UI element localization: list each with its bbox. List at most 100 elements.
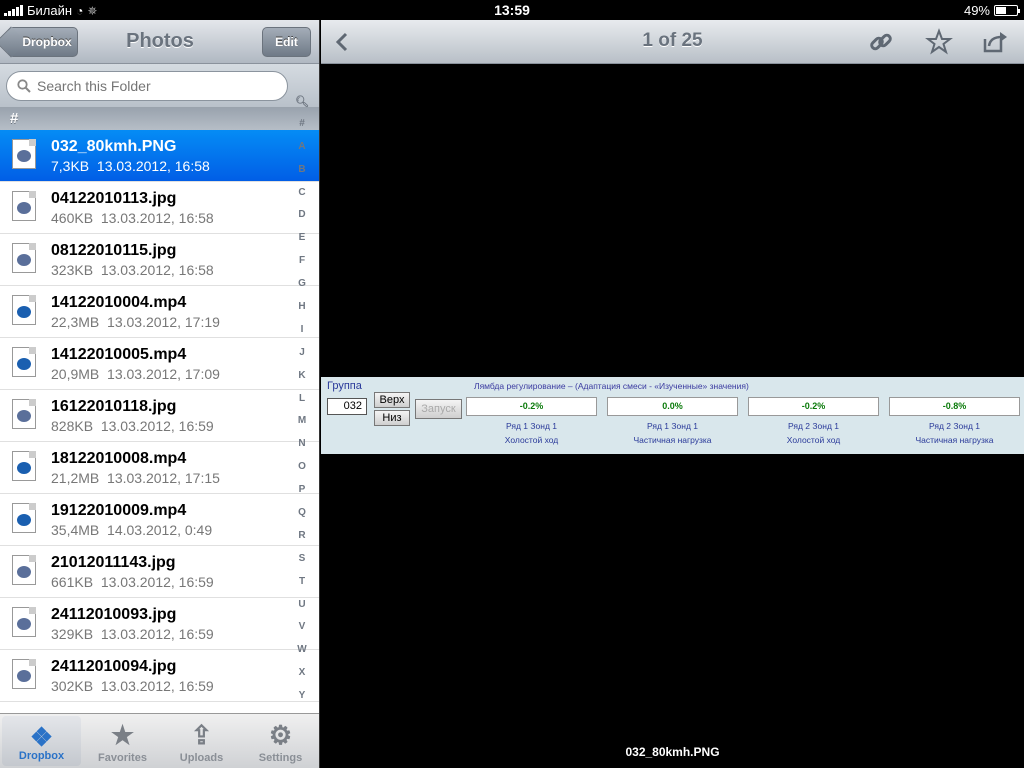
- index-letter[interactable]: T: [293, 576, 311, 599]
- gear-icon: ⚙: [268, 720, 293, 750]
- back-button[interactable]: Dropbox: [8, 27, 78, 57]
- left-navigation-bar: Dropbox Photos Edit: [0, 20, 319, 64]
- viewer-navigation-bar: 1 of 25: [321, 20, 1024, 64]
- index-letter[interactable]: L: [293, 393, 311, 416]
- file-date: 13.03.2012, 16:58: [100, 210, 214, 226]
- file-row[interactable]: 14122010005.mp4 20,9MB 13.03.2012, 17:09: [0, 338, 319, 390]
- index-letter[interactable]: R: [293, 530, 311, 553]
- star-icon[interactable]: [925, 28, 953, 56]
- file-row[interactable]: 18122010008.mp4 21,2MB 13.03.2012, 17:15: [0, 442, 319, 494]
- video-file-icon: [12, 347, 36, 377]
- file-meta: 329KB 13.03.2012, 16:59: [51, 626, 214, 642]
- image-value-sublabel: Холостой ход: [786, 435, 841, 445]
- index-letter[interactable]: Q: [293, 507, 311, 530]
- image-value-label: Ряд 2 Зонд 1: [928, 421, 980, 431]
- index-letter[interactable]: U: [293, 599, 311, 622]
- file-date: 13.03.2012, 16:58: [100, 262, 214, 278]
- index-letter[interactable]: K: [293, 370, 311, 393]
- index-letter[interactable]: J: [293, 347, 311, 370]
- file-date: 13.03.2012, 17:15: [107, 470, 220, 486]
- index-letter[interactable]: O: [293, 461, 311, 484]
- index-letter[interactable]: F: [293, 255, 311, 278]
- section-header: #: [0, 108, 319, 130]
- tab-bar: ❖ Dropbox ★ Favorites ⇪ Uploads ⚙ Settings: [0, 713, 319, 768]
- image-start-button: Запуск: [415, 399, 462, 419]
- tab-uploads[interactable]: ⇪ Uploads: [162, 714, 241, 768]
- file-size: 329KB: [51, 626, 94, 642]
- file-size: 828KB: [51, 418, 94, 434]
- file-name: 14122010004.mp4: [51, 294, 187, 311]
- file-name: 14122010005.mp4: [51, 346, 187, 363]
- search-icon: [17, 79, 31, 93]
- index-letter[interactable]: X: [293, 667, 311, 690]
- file-date: 13.03.2012, 16:59: [100, 418, 214, 434]
- tab-dropbox[interactable]: ❖ Dropbox: [2, 716, 81, 766]
- file-row[interactable]: 24112010094.jpg 302KB 13.03.2012, 16:59: [0, 650, 319, 702]
- image-file-icon: [12, 659, 36, 689]
- index-letter[interactable]: I: [293, 324, 311, 347]
- chevron-left-icon[interactable]: [329, 28, 357, 56]
- file-row[interactable]: 04122010113.jpg 460KB 13.03.2012, 16:58: [0, 182, 319, 234]
- tab-label: Uploads: [179, 752, 224, 764]
- file-meta: 828KB 13.03.2012, 16:59: [51, 418, 214, 434]
- index-letter[interactable]: C: [293, 187, 311, 210]
- index-letter[interactable]: G: [293, 278, 311, 301]
- image-value-box: -0.2%: [748, 397, 879, 416]
- index-letter[interactable]: E: [293, 232, 311, 255]
- image-file-icon: [12, 191, 36, 221]
- edit-button[interactable]: Edit: [262, 27, 311, 57]
- share-icon[interactable]: [981, 28, 1009, 56]
- search-field[interactable]: [6, 71, 288, 101]
- file-size: 460KB: [51, 210, 94, 226]
- image-file-icon: [12, 399, 36, 429]
- index-letter[interactable]: H: [293, 301, 311, 324]
- file-row[interactable]: 24112010093.jpg 329KB 13.03.2012, 16:59: [0, 598, 319, 650]
- file-row[interactable]: 14122010004.mp4 22,3MB 13.03.2012, 17:19: [0, 286, 319, 338]
- file-meta: 22,3MB 13.03.2012, 17:19: [51, 314, 220, 330]
- link-icon[interactable]: [867, 28, 895, 56]
- clock: 13:59: [494, 2, 530, 18]
- index-letter[interactable]: B: [293, 164, 311, 187]
- index-letter[interactable]: W: [293, 644, 311, 667]
- file-name: 16122010118.jpg: [51, 398, 177, 415]
- battery-icon: [994, 5, 1020, 16]
- index-letter[interactable]: D: [293, 209, 311, 232]
- file-name: 04122010113.jpg: [51, 190, 177, 207]
- image-value-sublabel: Частичная нагрузка: [915, 435, 994, 445]
- index-letter[interactable]: P: [293, 484, 311, 507]
- file-name: 19122010009.mp4: [51, 502, 187, 519]
- tab-favorites[interactable]: ★ Favorites: [83, 714, 162, 768]
- file-row[interactable]: 19122010009.mp4 35,4MB 14.03.2012, 0:49: [0, 494, 319, 546]
- file-row[interactable]: 032_80kmh.PNG 7,3KB 13.03.2012, 16:58: [0, 130, 319, 182]
- file-date: 13.03.2012, 17:19: [107, 314, 220, 330]
- index-letter[interactable]: V: [293, 621, 311, 644]
- index-letter[interactable]: Y: [293, 690, 311, 713]
- file-meta: 20,9MB 13.03.2012, 17:09: [51, 366, 220, 382]
- file-row[interactable]: 08122010115.jpg 323KB 13.03.2012, 16:58: [0, 234, 319, 286]
- file-row[interactable]: 21012011143.jpg 661KB 13.03.2012, 16:59: [0, 546, 319, 598]
- index-search-icon[interactable]: 🔍︎: [293, 95, 311, 118]
- file-size: 20,9MB: [51, 366, 100, 382]
- image-value-box: 0.0%: [607, 397, 738, 416]
- image-value-box: -0.8%: [889, 397, 1020, 416]
- photo-caption: 032_80kmh.PNG: [625, 745, 720, 759]
- image-value-box: -0.2%: [466, 397, 597, 416]
- section-index[interactable]: 🔍︎ #ABCDEFGHIJKLMNOPQRSTUVWXYZ: [293, 95, 311, 736]
- dropbox-icon: ❖: [29, 722, 54, 752]
- battery-percent: 49%: [963, 3, 990, 18]
- index-letter[interactable]: A: [293, 141, 311, 164]
- image-value-label: Ряд 1 Зонд 1: [505, 421, 557, 431]
- photo-image: Группа 032 Верх Низ Запуск Лямбда регули…: [321, 377, 1024, 454]
- index-letter[interactable]: S: [293, 553, 311, 576]
- file-row[interactable]: 16122010118.jpg 828KB 13.03.2012, 16:59: [0, 390, 319, 442]
- file-name: 08122010115.jpg: [51, 242, 177, 259]
- search-input[interactable]: [37, 78, 277, 94]
- index-letter[interactable]: #: [293, 118, 311, 141]
- file-meta: 323KB 13.03.2012, 16:58: [51, 262, 214, 278]
- file-name: 24112010094.jpg: [51, 658, 177, 675]
- image-group-label: Группа: [327, 380, 362, 392]
- index-letter[interactable]: N: [293, 438, 311, 461]
- index-letter[interactable]: M: [293, 415, 311, 438]
- tab-settings[interactable]: ⚙ Settings: [241, 714, 319, 768]
- tab-label: Favorites: [98, 752, 147, 764]
